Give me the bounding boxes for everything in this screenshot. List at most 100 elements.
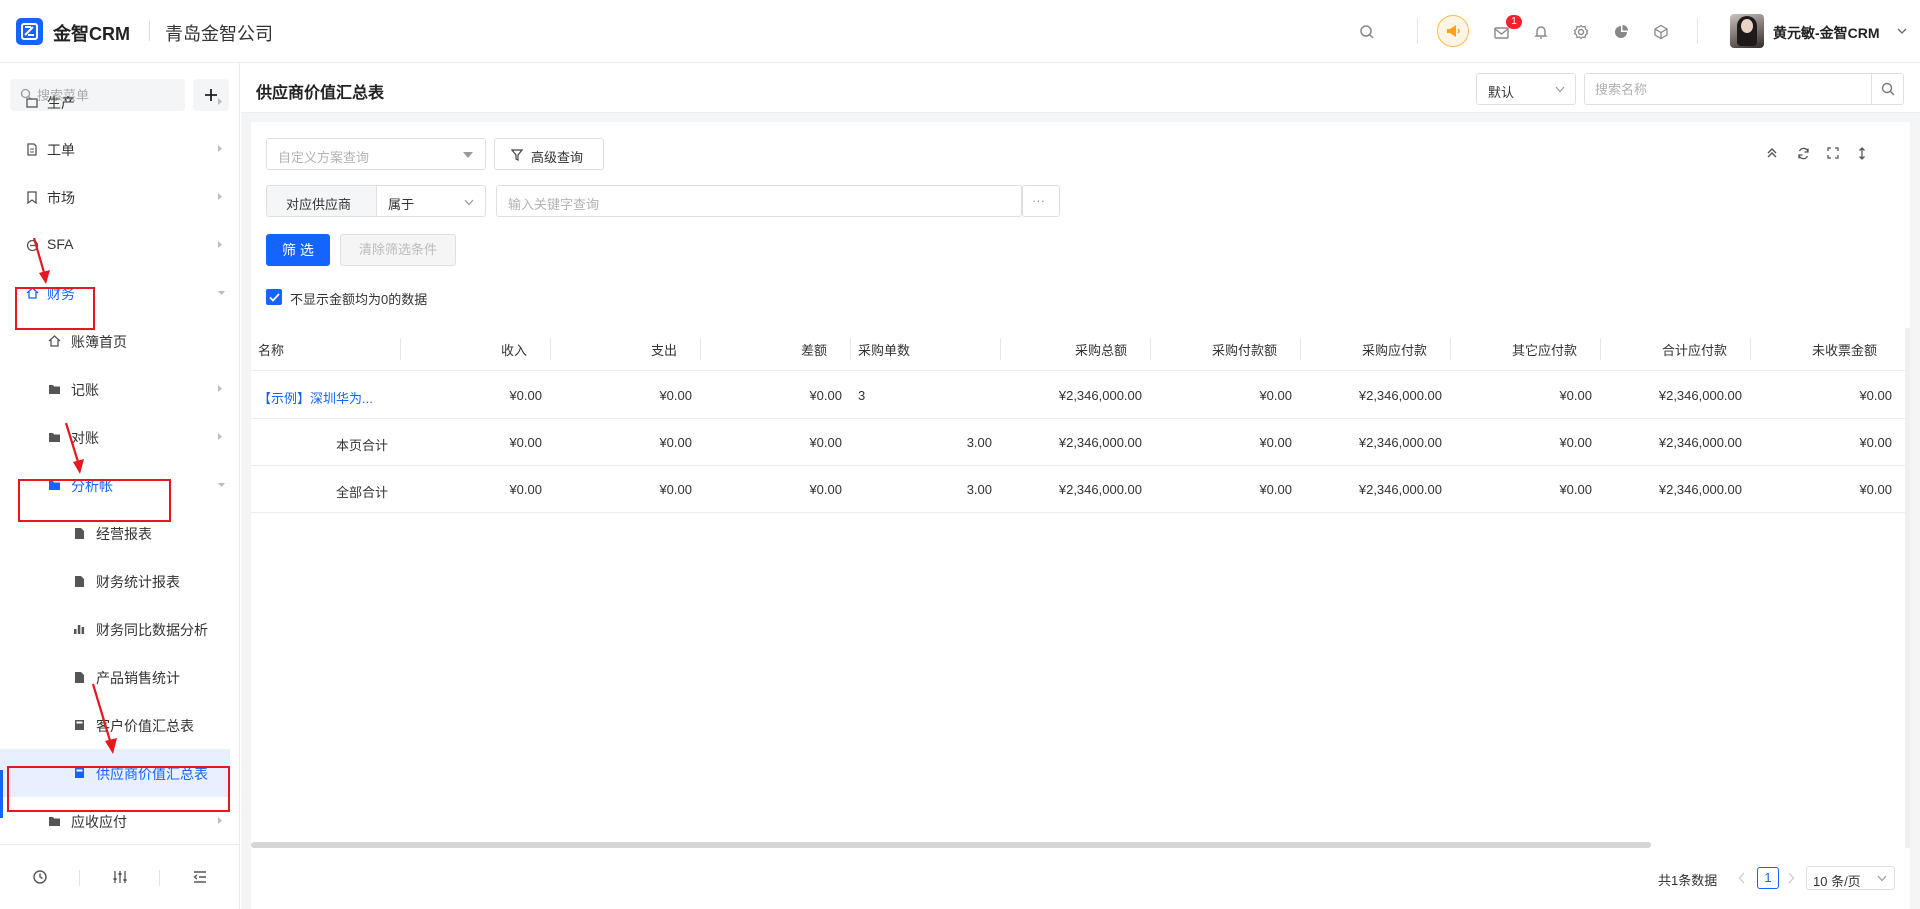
pagination-total: 共1条数据: [1658, 873, 1718, 888]
filter-button[interactable]: 筛 选: [266, 234, 330, 266]
table-cell: ¥0.00: [1259, 435, 1292, 450]
keyword-input[interactable]: 输入关键字查询: [496, 185, 1022, 217]
column-header-uninvoiced[interactable]: 未收票金额: [1812, 340, 1877, 359]
grand-total-label: 全部合计: [336, 485, 389, 500]
table-cell: ¥2,346,000.00: [1358, 435, 1442, 450]
megaphone-icon[interactable]: [1437, 15, 1469, 47]
selected-indicator: [0, 770, 3, 818]
column-header-other-payable[interactable]: 其它应付款: [1512, 340, 1577, 359]
horizontal-scrollbar[interactable]: [251, 842, 1651, 848]
settings-sliders-icon[interactable]: [110, 867, 130, 887]
chevron-right-icon[interactable]: [1787, 872, 1795, 884]
column-separator: [1600, 338, 1601, 360]
table-cell: ¥0.00: [1559, 482, 1592, 497]
name-search[interactable]: [1584, 73, 1904, 105]
table-cell: ¥2,346,000.00: [1358, 388, 1442, 403]
company-name[interactable]: 青岛金智公司: [165, 20, 273, 46]
name-search-input[interactable]: [1595, 74, 1855, 104]
fullscreen-icon[interactable]: [1825, 145, 1841, 161]
column-header-difference[interactable]: 差额: [801, 340, 827, 359]
pie-chart-icon[interactable]: [1611, 22, 1631, 42]
caret-down-icon: [463, 152, 473, 158]
table-cell: ¥0.00: [809, 435, 842, 450]
column-separator: [400, 338, 401, 360]
custom-query-select[interactable]: 自定义方案查询: [266, 138, 486, 170]
column-header-purchase-paid[interactable]: 采购付款额: [1212, 340, 1277, 359]
column-header-income[interactable]: 收入: [501, 340, 527, 359]
bell-icon[interactable]: [1531, 22, 1551, 42]
home-icon: [47, 334, 61, 348]
table-cell: ¥0.00: [1259, 482, 1292, 497]
table-cell: ¥2,346,000.00: [1058, 482, 1142, 497]
chevron-down-icon: [464, 199, 474, 206]
table-cell: ¥0.00: [509, 435, 542, 450]
page-title: 供应商价值汇总表: [256, 85, 385, 102]
page-size-select[interactable]: 10 条/页: [1806, 866, 1895, 890]
clear-filter-button[interactable]: 清除筛选条件: [340, 234, 456, 266]
sidebar-item-bookkeeping[interactable]: 记账: [0, 365, 230, 413]
annotation-box: [18, 479, 171, 522]
column-separator: [700, 338, 701, 360]
view-select[interactable]: 默认: [1476, 73, 1576, 105]
column-separator: [1750, 338, 1751, 360]
more-options-button[interactable]: ···: [1022, 185, 1060, 217]
collapse-menu-icon[interactable]: [190, 867, 210, 887]
market-icon: [25, 190, 39, 204]
column-header-purchase-total[interactable]: 采购总额: [1075, 340, 1127, 359]
table-cell: ¥0.00: [1859, 435, 1892, 450]
pagination-current-page[interactable]: 1: [1757, 867, 1779, 889]
name-search-button[interactable]: [1871, 74, 1903, 104]
hide-zero-label: 不显示金额均为0的数据: [290, 292, 428, 307]
logo-text[interactable]: 金智CRM: [53, 20, 130, 46]
table-cell: ¥0.00: [1559, 435, 1592, 450]
header-divider: [149, 21, 150, 41]
chevron-down-icon[interactable]: [1897, 26, 1907, 36]
table-cell: ¥0.00: [659, 482, 692, 497]
logo-icon[interactable]: [16, 18, 43, 45]
column-header-purchase-count[interactable]: 采购单数: [858, 340, 910, 359]
column-separator: [850, 338, 851, 360]
advanced-query-button[interactable]: 高级查询: [494, 138, 604, 170]
table-cell: ¥0.00: [1259, 388, 1292, 403]
calculator-icon: [72, 718, 86, 732]
sidebar-item-market[interactable]: 市场: [0, 173, 230, 221]
sidebar-item-production[interactable]: 生产: [0, 93, 230, 123]
bar-chart-icon: [72, 622, 86, 636]
annotation-arrow: [91, 683, 117, 754]
annotation-arrow: [32, 237, 50, 284]
refresh-icon[interactable]: [1795, 145, 1811, 161]
cube-icon[interactable]: [1651, 22, 1671, 42]
operator-select[interactable]: 属于: [376, 185, 486, 217]
hide-zero-checkbox[interactable]: [266, 289, 282, 305]
annotation-box: [15, 287, 95, 330]
sidebar-item-work-order[interactable]: 工单: [0, 125, 230, 173]
gear-icon[interactable]: [1571, 22, 1591, 42]
column-header-expense[interactable]: 支出: [651, 340, 677, 359]
supplier-link[interactable]: 【示例】深圳华为...: [258, 388, 373, 407]
vertical-scrollbar[interactable]: [1905, 328, 1910, 848]
footer-separator: [79, 870, 80, 886]
table-cell: ¥0.00: [1559, 388, 1592, 403]
chevron-right-icon: [218, 145, 222, 152]
sidebar-item-reconciliation[interactable]: 对账: [0, 413, 230, 461]
chevron-down-icon: [1877, 875, 1887, 882]
collapse-up-icon[interactable]: [1764, 145, 1780, 161]
row-height-icon[interactable]: [1854, 145, 1870, 161]
filter-field-label[interactable]: 对应供应商: [266, 185, 377, 217]
check-icon: [268, 292, 280, 302]
table-cell: 3.00: [966, 435, 992, 450]
chevron-right-icon: [218, 241, 222, 248]
chevron-left-icon[interactable]: [1738, 872, 1746, 884]
sidebar-item-yoy-analysis[interactable]: 财务同比数据分析: [0, 605, 230, 653]
column-header-name[interactable]: 名称: [258, 340, 284, 359]
sidebar-item-finance-stat-report[interactable]: 财务统计报表: [0, 557, 230, 605]
column-header-total-payable[interactable]: 合计应付款: [1662, 340, 1727, 359]
chevron-down-icon: [218, 483, 225, 487]
user-name[interactable]: 黄元敏-金智CRM: [1773, 23, 1880, 43]
search-icon[interactable]: [1357, 22, 1377, 42]
folder-icon: [47, 814, 61, 828]
column-header-purchase-payable[interactable]: 采购应付款: [1362, 340, 1427, 359]
avatar[interactable]: [1730, 14, 1764, 48]
history-icon[interactable]: [30, 867, 50, 887]
table-cell: ¥2,346,000.00: [1058, 435, 1142, 450]
